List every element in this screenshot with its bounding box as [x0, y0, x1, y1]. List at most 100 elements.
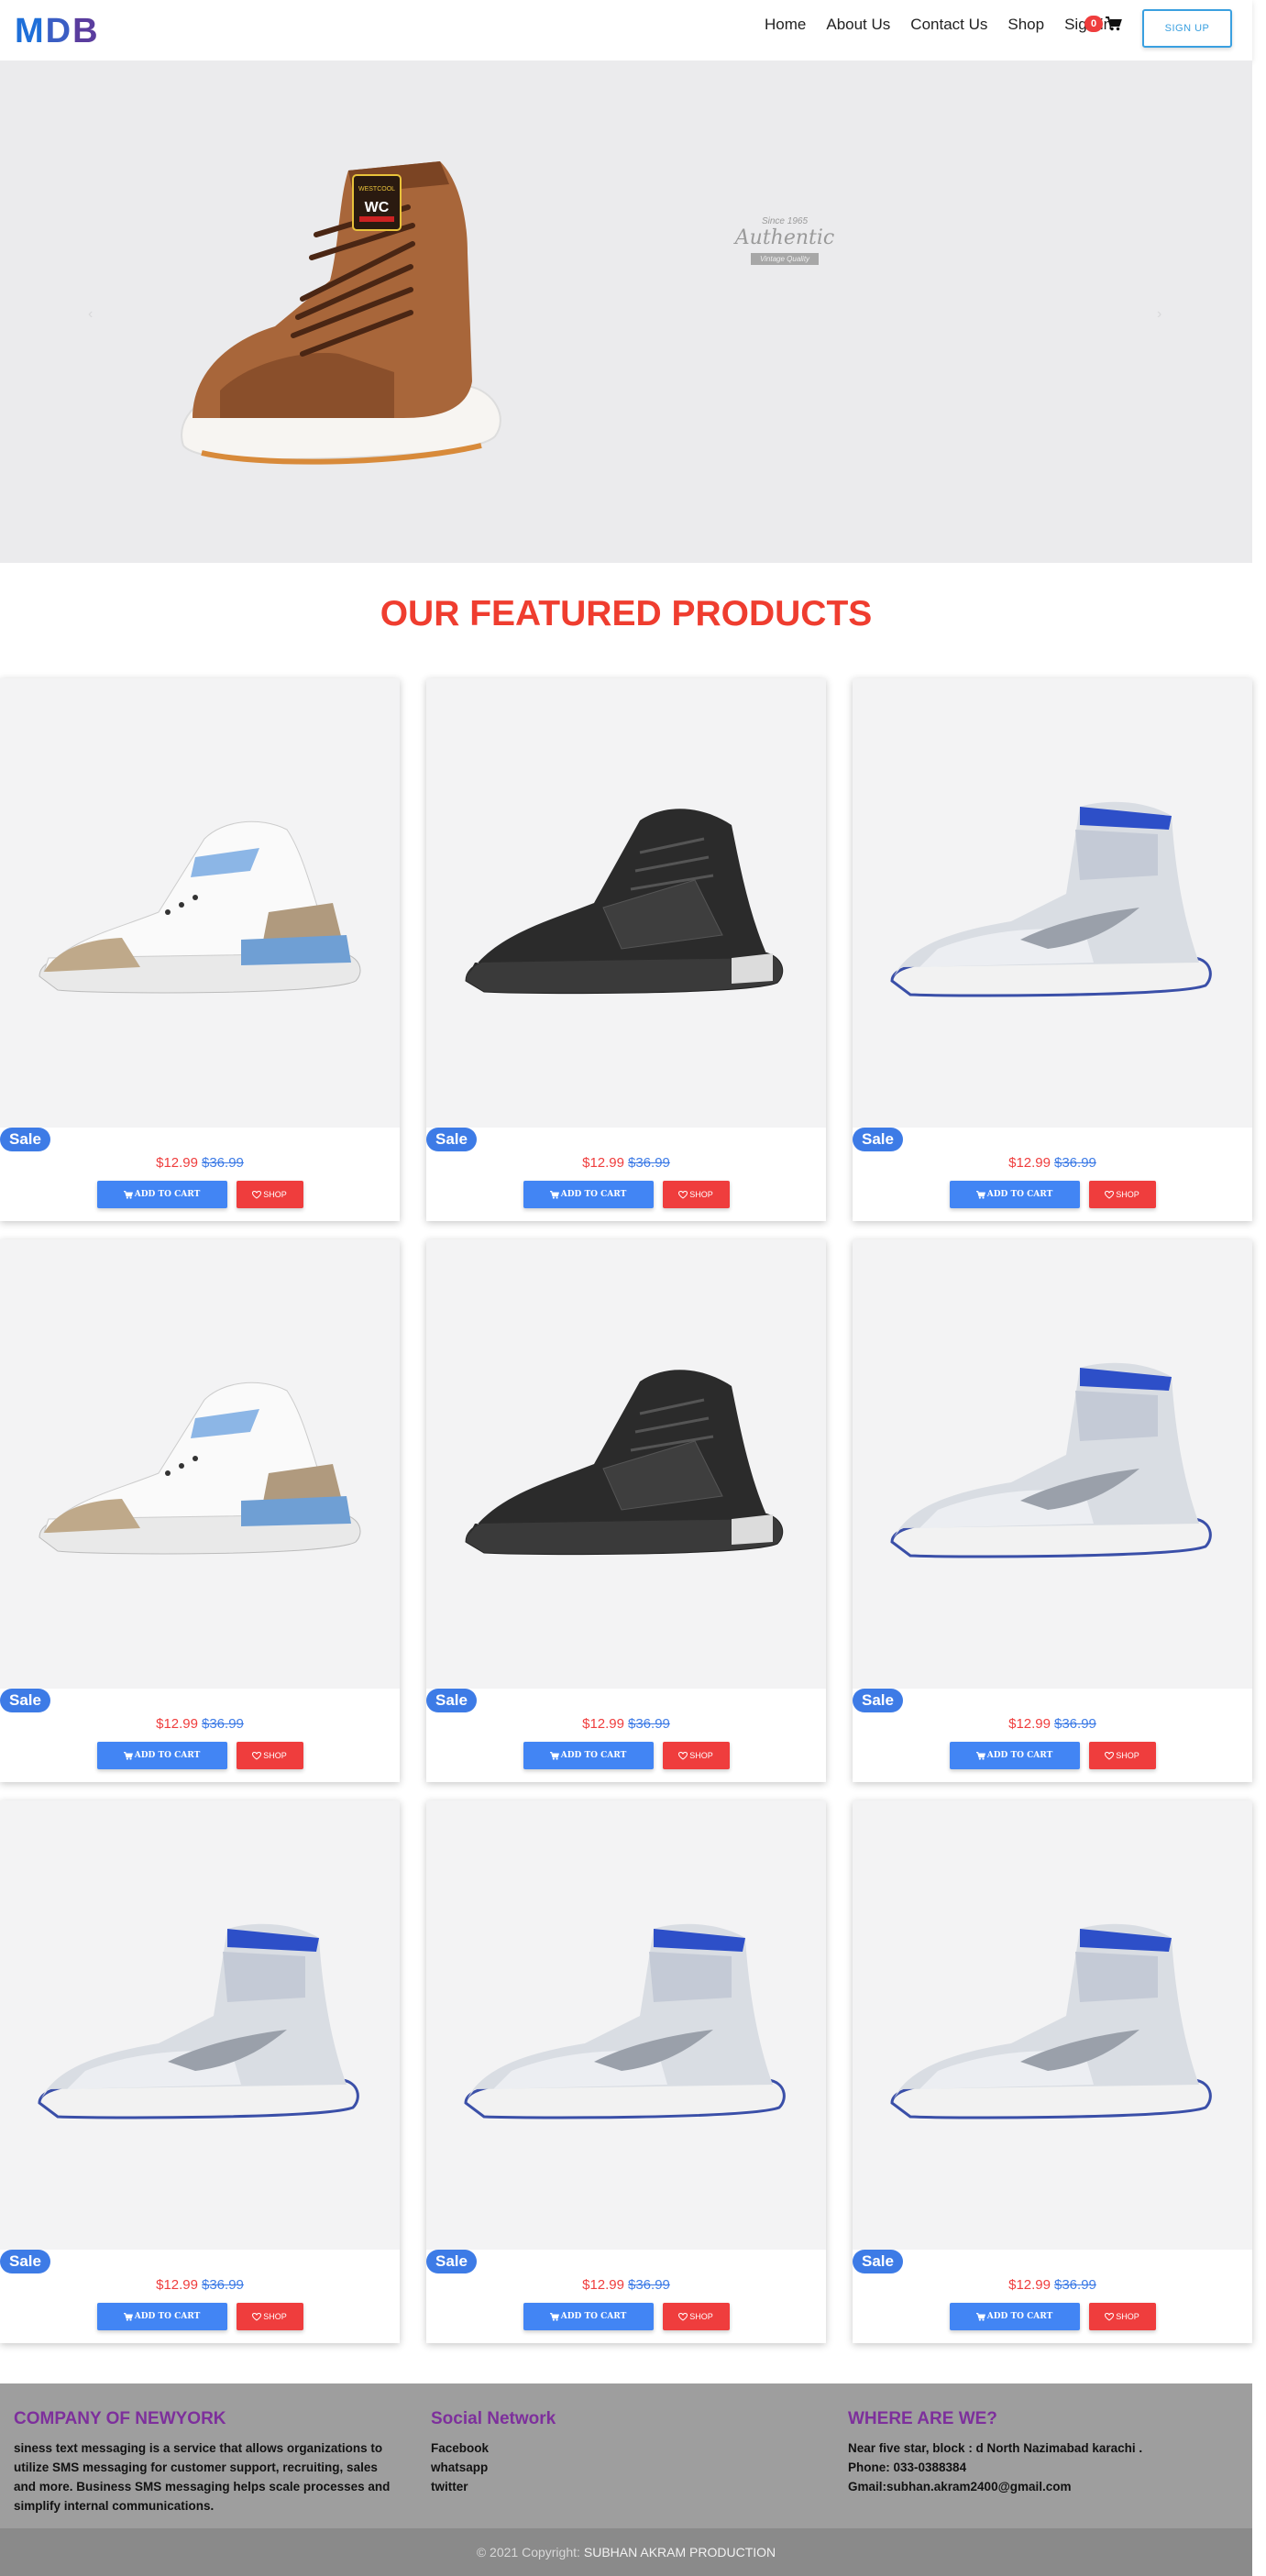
signup-button[interactable]: SIGN UP: [1142, 9, 1232, 48]
carousel-prev-icon[interactable]: ‹: [88, 306, 93, 323]
footer-link-twitter[interactable]: twitter: [431, 2477, 779, 2496]
product-prices: $12.99 $36.99: [426, 1716, 826, 1732]
add-to-cart-button[interactable]: ADD TO CART: [523, 2303, 654, 2330]
badge-title-text: Authentic: [734, 226, 835, 249]
product-card[interactable]: Sale $12.99 $36.99 ADD TO CART SHOP: [853, 678, 1252, 1221]
shopping-cart-icon: [975, 2312, 985, 2321]
product-prices: $12.99 $36.99: [853, 1716, 1252, 1732]
product-card[interactable]: Sale $12.99 $36.99 ADD TO CART SHOP: [0, 1239, 400, 1782]
footer-phone: Phone: 033-0388384: [848, 2460, 967, 2474]
product-image[interactable]: [853, 1800, 1252, 2250]
product-actions: ADD TO CART SHOP: [0, 2303, 400, 2330]
black-sneaker-icon: [465, 1370, 784, 1556]
shop-button[interactable]: SHOP: [662, 2303, 730, 2330]
product-card[interactable]: Sale $12.99 $36.99 ADD TO CART SHOP: [426, 1800, 826, 2343]
nav-link-home[interactable]: Home: [765, 16, 806, 34]
shopping-cart-icon: [549, 1751, 559, 1760]
shop-button[interactable]: SHOP: [236, 1181, 303, 1208]
add-to-cart-button[interactable]: ADD TO CART: [96, 1181, 227, 1208]
grey-sneaker-icon: [890, 1923, 1212, 2119]
product-image[interactable]: [0, 678, 400, 1128]
logo-letter-b: B: [72, 12, 100, 50]
footer-link-facebook[interactable]: Facebook: [431, 2438, 779, 2458]
carousel-next-icon[interactable]: ›: [1157, 306, 1161, 323]
sale-badge: Sale: [853, 1689, 903, 1712]
nav-link-shop[interactable]: Shop: [1007, 16, 1044, 34]
product-old-price: $36.99: [202, 1716, 244, 1732]
product-prices: $12.99 $36.99: [0, 1716, 400, 1732]
nav-link-about[interactable]: About Us: [826, 16, 890, 34]
product-image[interactable]: [426, 1800, 826, 2250]
brand-logo[interactable]: MDB: [15, 12, 100, 51]
shopping-cart-icon: [1106, 17, 1123, 31]
product-card[interactable]: Sale $12.99 $36.99 ADD TO CART SHOP: [0, 1800, 400, 2343]
footer-company-title: COMPANY OF NEWYORK: [14, 2409, 226, 2428]
white-sneaker-icon: [39, 820, 361, 994]
add-to-cart-button[interactable]: ADD TO CART: [949, 1181, 1080, 1208]
shop-button[interactable]: SHOP: [662, 1742, 730, 1769]
shop-button[interactable]: SHOP: [236, 2303, 303, 2330]
shop-button[interactable]: SHOP: [236, 1742, 303, 1769]
shop-label: SHOP: [263, 2312, 287, 2321]
shopping-cart-icon: [123, 2312, 133, 2321]
shop-button[interactable]: SHOP: [1088, 1181, 1156, 1208]
add-to-cart-button[interactable]: ADD TO CART: [949, 1742, 1080, 1769]
product-image[interactable]: [0, 1800, 400, 2250]
shopping-cart-icon: [975, 1190, 985, 1199]
add-to-cart-label: ADD TO CART: [986, 1190, 1053, 1199]
sale-badge: Sale: [426, 1128, 477, 1151]
sale-badge: Sale: [853, 2250, 903, 2273]
footer: COMPANY OF NEWYORK siness text messaging…: [0, 2383, 1252, 2528]
shopping-cart-icon: [123, 1190, 133, 1199]
shop-button[interactable]: SHOP: [1088, 2303, 1156, 2330]
shopping-cart-icon: [549, 1190, 559, 1199]
product-actions: ADD TO CART SHOP: [853, 1181, 1252, 1208]
add-to-cart-label: ADD TO CART: [560, 2312, 627, 2321]
product-prices: $12.99 $36.99: [0, 1155, 400, 1171]
product-card[interactable]: Sale $12.99 $36.99 ADD TO CART SHOP: [853, 1800, 1252, 2343]
sale-badge: Sale: [0, 2250, 50, 2273]
shop-label: SHOP: [263, 1751, 287, 1760]
product-image[interactable]: [426, 1239, 826, 1689]
copyright-owner-link[interactable]: SUBHAN AKRAM PRODUCTION: [584, 2545, 776, 2559]
product-card[interactable]: Sale $12.99 $36.99 ADD TO CART SHOP: [853, 1239, 1252, 1782]
authentic-badge: Since 1965 Authentic Vintage Quality: [711, 216, 858, 266]
add-to-cart-button[interactable]: ADD TO CART: [96, 2303, 227, 2330]
product-image[interactable]: [426, 678, 826, 1128]
add-to-cart-button[interactable]: ADD TO CART: [523, 1181, 654, 1208]
nav-link-contact[interactable]: Contact Us: [910, 16, 987, 34]
shop-label: SHOP: [263, 1190, 287, 1199]
product-card[interactable]: Sale $12.99 $36.99 ADD TO CART SHOP: [0, 678, 400, 1221]
add-to-cart-button[interactable]: ADD TO CART: [523, 1742, 654, 1769]
product-actions: ADD TO CART SHOP: [426, 1742, 826, 1769]
product-old-price: $36.99: [628, 1155, 670, 1171]
heart-icon: [252, 1190, 262, 1199]
add-to-cart-button[interactable]: ADD TO CART: [949, 2303, 1080, 2330]
product-prices: $12.99 $36.99: [853, 2277, 1252, 2293]
product-image[interactable]: [853, 678, 1252, 1128]
copyright-text: © 2021 Copyright:: [476, 2545, 580, 2559]
product-image[interactable]: [0, 1239, 400, 1689]
badge-ribbon-text: Vintage Quality: [750, 253, 820, 265]
sale-badge: Sale: [426, 1689, 477, 1712]
grey-sneaker-icon: [890, 801, 1212, 997]
product-actions: ADD TO CART SHOP: [853, 2303, 1252, 2330]
product-prices: $12.99 $36.99: [426, 2277, 826, 2293]
logo-letter-m: M: [15, 12, 46, 50]
product-card[interactable]: Sale $12.99 $36.99 ADD TO CART SHOP: [426, 678, 826, 1221]
shopping-cart-icon: [123, 1751, 133, 1760]
shop-button[interactable]: SHOP: [662, 1181, 730, 1208]
footer-link-whatsapp[interactable]: whatsapp: [431, 2458, 779, 2477]
product-price: $12.99: [582, 2277, 624, 2293]
shop-button[interactable]: SHOP: [1088, 1742, 1156, 1769]
footer-company: COMPANY OF NEWYORK siness text messaging…: [14, 2409, 399, 2515]
product-actions: ADD TO CART SHOP: [426, 1181, 826, 1208]
sale-badge: Sale: [853, 1128, 903, 1151]
product-card[interactable]: Sale $12.99 $36.99 ADD TO CART SHOP: [426, 1239, 826, 1782]
cart-button[interactable]: 0: [1084, 16, 1123, 32]
product-image[interactable]: [853, 1239, 1252, 1689]
grey-sneaker-icon: [38, 1923, 359, 2119]
cart-count-badge: 0: [1084, 16, 1104, 32]
shop-label: SHOP: [1116, 1751, 1139, 1760]
add-to-cart-button[interactable]: ADD TO CART: [96, 1742, 227, 1769]
